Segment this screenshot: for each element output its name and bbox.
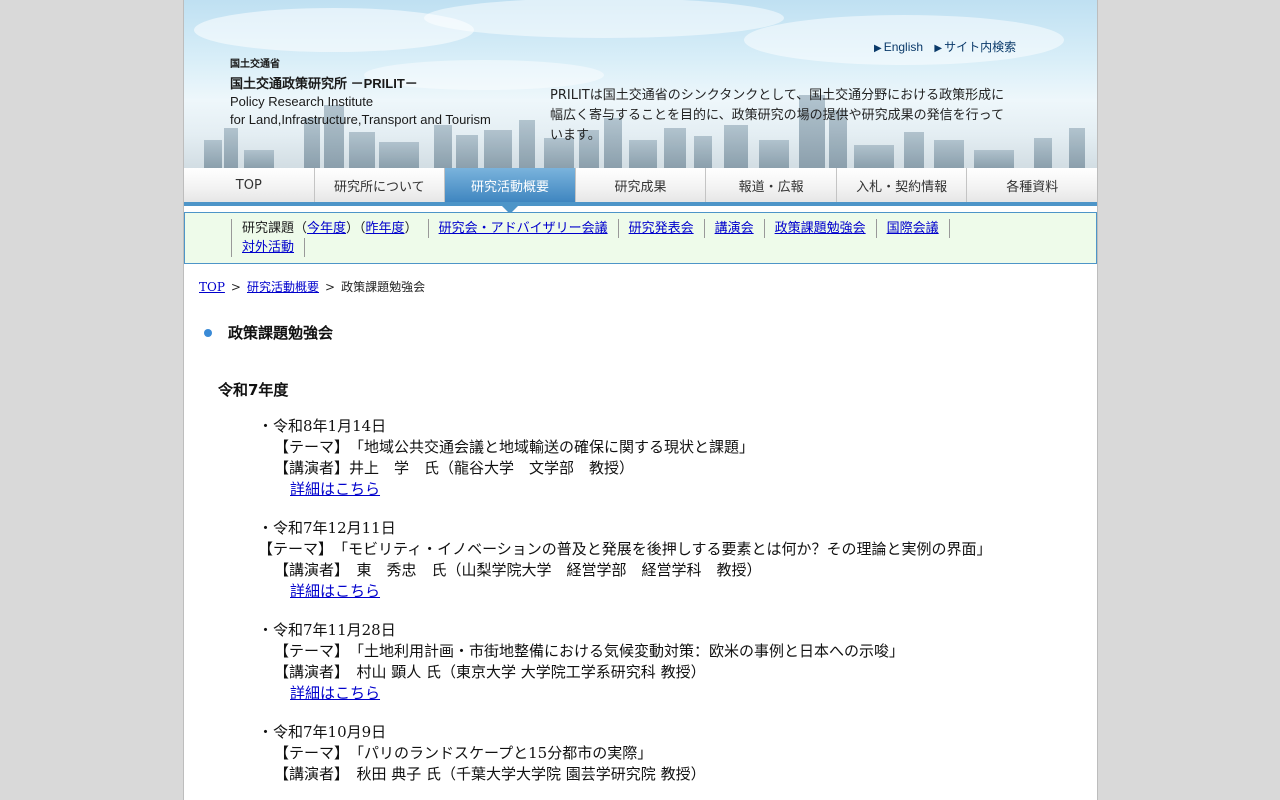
global-nav: TOP 研究所について 研究活動概要 研究成果 報道・広報 入札・契約情報 各種… [184,168,1097,214]
detail-link[interactable]: 詳細はこちら [290,684,380,702]
breadcrumb-current: 政策課題勉強会 [341,280,426,294]
subnav-paren: ） [404,221,418,236]
detail-link[interactable]: 詳細はこちら [290,480,380,498]
subnav-last-year-link[interactable]: 昨年度 [366,221,405,236]
page-container: 国土交通省 国土交通政策研究所 －PRILIT－ Policy Research… [183,0,1098,800]
subnav-item: 研究発表会 [617,219,705,238]
breadcrumb-separator: > [230,280,241,294]
subnav-international-link[interactable]: 国際会議 [887,221,939,236]
logo-ministry: 国土交通省 [230,59,280,70]
subnav-this-year-link[interactable]: 今年度 [307,221,346,236]
entry-date: ・令和8年1月14日 [258,417,387,435]
subnav-item: 国際会議 [875,219,950,238]
entry-date: ・令和7年12月11日 [258,519,396,537]
breadcrumb-separator: > [325,280,336,294]
site-search-link-label: サイト内検索 [944,40,1017,54]
header-tagline: PRILITは国土交通省のシンクタンクとして、国土交通分野における政策形成に幅広… [550,88,1005,143]
entry-theme: 【テーマ】 「土地利用計画・市街地整備における気候変動対策：欧米の事例と日本への… [274,642,905,660]
entry-theme: 【テーマ】 「パリのランドスケープと15分都市の実際」 [274,744,653,762]
subnav-research-topics-label: 研究課題（ [242,221,308,236]
entry-detail-row: 詳細はこちら [258,581,1058,602]
page-title-text: 政策課題勉強会 [228,324,334,342]
page-title: 政策課題勉強会 [204,322,333,343]
gnav-label: TOP [235,177,262,193]
entry-theme: 【テーマ】 「モビリティ・イノベーションの普及と発展を後押しする要素とは何か？そ… [258,540,992,558]
sub-nav-items: 研究課題（今年度）（昨年度） 研究会・アドバイザリー会議 研究発表会 講演会 政策課題勉… [231,219,1031,257]
english-link[interactable]: ▶ English [874,40,923,54]
bullet-dot-icon [204,328,212,337]
gnav-label: 各種資料 [1006,179,1059,195]
subnav-paren: ）（ [346,221,366,236]
breadcrumb-top-link[interactable]: TOP [199,280,225,294]
entry-theme: 【テーマ】 「地域公共交通会議と地域輸送の確保に関する現状と課題」 [274,438,755,456]
subnav-lecture-link[interactable]: 講演会 [715,221,754,236]
entry-detail-row: 詳細はこちら [258,479,1058,500]
subnav-research-topics: 研究課題（今年度）（昨年度） [231,219,429,238]
gnav-item-documents[interactable]: 各種資料 [967,168,1097,202]
english-link-label: English [883,40,924,54]
list-item: ・令和7年10月9日 【テーマ】 「パリのランドスケープと15分都市の実際」 【… [258,722,1058,785]
subnav-item: 政策課題勉強会 [763,219,877,238]
gnav-item-press[interactable]: 報道・広報 [706,168,837,202]
site-header: 国土交通省 国土交通政策研究所 －PRILIT－ Policy Research… [184,0,1097,168]
gnav-item-results[interactable]: 研究成果 [576,168,707,202]
gnav-item-research-activities[interactable]: 研究活動概要 [445,168,576,214]
list-item: ・令和7年12月11日 【テーマ】 「モビリティ・イノベーションの普及と発展を後… [258,518,1058,602]
seminar-list: ・令和8年1月14日 【テーマ】 「地域公共交通会議と地域輸送の確保に関する現状… [258,416,1058,800]
entry-date: ・令和7年11月28日 [258,621,396,639]
gnav-label: 入札・契約情報 [856,179,948,195]
logo-english-line2: for Land,Infrastructure,Transport and To… [230,112,491,127]
gnav-item-about[interactable]: 研究所について [315,168,446,202]
logo-institute-name: 国土交通政策研究所 －PRILIT－ [230,76,418,91]
gnav-label: 研究活動概要 [470,179,549,195]
logo-english-line1: Policy Research Institute [230,94,374,109]
breadcrumb-section-link[interactable]: 研究活動概要 [247,280,319,294]
subnav-item: 研究会・アドバイザリー会議 [427,219,619,238]
subnav-item: 講演会 [703,219,765,238]
year-heading: 令和7年度 [218,381,289,399]
subnav-external-link[interactable]: 対外活動 [242,240,294,255]
gnav-label: 研究所について [334,179,425,195]
subnav-policy-study-link[interactable]: 政策課題勉強会 [775,221,866,236]
site-search-link[interactable]: ▶ サイト内検索 [934,40,1016,54]
breadcrumb: TOP > 研究活動概要 > 政策課題勉強会 [199,278,425,295]
gnav-item-bidding[interactable]: 入札・契約情報 [837,168,968,202]
entry-detail-row: 詳細はこちら [258,683,1058,704]
entry-speaker: 【講演者】 秋田 典子 氏（千葉大学大学院 園芸学研究院 教授） [274,765,706,783]
entry-speaker: 【講演者】井上 学 氏（龍谷大学 文学部 教授） [274,459,635,477]
gnav-label: 報道・広報 [738,179,804,195]
entry-speaker: 【講演者】 東 秀忠 氏（山梨学院大学 経営学部 経営学科 教授） [274,561,762,579]
subnav-study-group-link[interactable]: 研究会・アドバイザリー会議 [439,221,608,236]
gnav-item-top[interactable]: TOP [184,168,315,202]
header-utility-links: ▶ English ▶ サイト内検索 [874,38,1024,55]
gnav-label: 研究成果 [614,179,667,195]
entry-date: ・令和7年10月9日 [258,723,387,741]
subnav-presentation-link[interactable]: 研究発表会 [629,221,694,236]
detail-link[interactable]: 詳細はこちら [290,582,380,600]
list-item: ・令和7年11月28日 【テーマ】 「土地利用計画・市街地整備における気候変動対… [258,620,1058,704]
sub-nav: 研究課題（今年度）（昨年度） 研究会・アドバイザリー会議 研究発表会 講演会 政策課題勉… [184,212,1097,264]
triangle-right-icon: ▶ [934,43,943,54]
entry-speaker: 【講演者】 村山 顕人 氏（東京大学 大学院工学系研究科 教授） [274,663,706,681]
site-logo[interactable]: 国土交通省 国土交通政策研究所 －PRILIT－ Policy Research… [230,55,491,128]
list-item: ・令和8年1月14日 【テーマ】 「地域公共交通会議と地域輸送の確保に関する現状… [258,416,1058,500]
subnav-item: 対外活動 [231,238,306,257]
triangle-right-icon: ▶ [874,43,882,54]
